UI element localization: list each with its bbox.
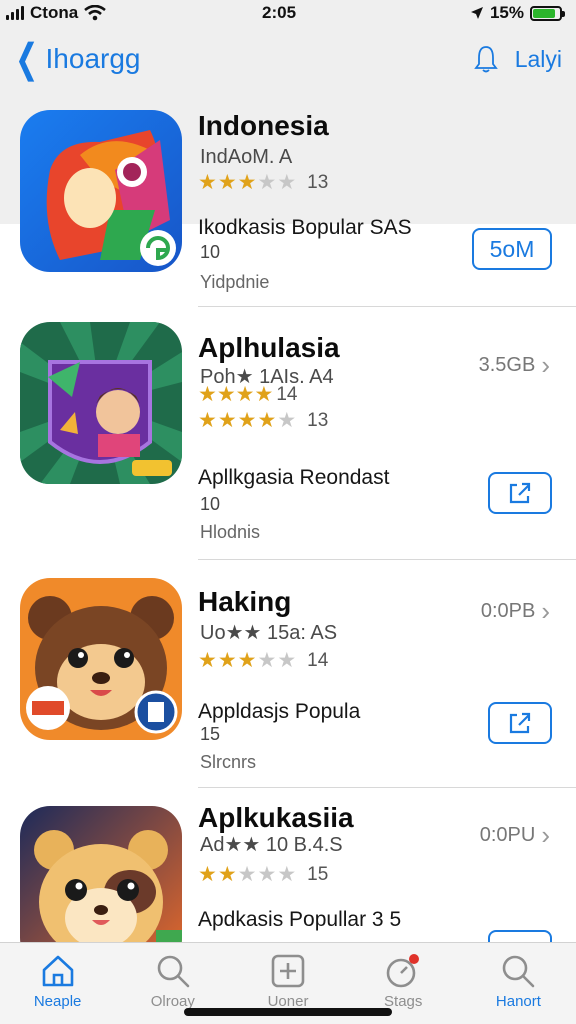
app-title[interactable]: Haking <box>198 586 291 618</box>
status-left: Ctona <box>6 3 106 23</box>
divider <box>198 306 576 307</box>
updates-icon <box>386 954 420 988</box>
nav-right-group: Lalyi <box>473 44 562 74</box>
navigation-bar: ❮ Ihoargg Lalyi <box>0 26 576 92</box>
battery-icon <box>530 5 565 21</box>
star-icon: ★ <box>217 409 237 432</box>
home-indicator[interactable] <box>184 1008 392 1016</box>
app-icon-browser[interactable] <box>20 110 182 272</box>
app-number: 10 <box>200 242 221 262</box>
app-category: Yidpdnie <box>200 272 270 292</box>
app-number: 10 <box>200 494 221 514</box>
star-icon: ★ <box>217 863 237 886</box>
chevron-right-icon[interactable]: › <box>541 820 550 851</box>
tab-label: Neaple <box>33 993 82 1010</box>
chevron-right-icon[interactable]: › <box>541 596 550 627</box>
app-description: Ikodkasis Bopular SAS <box>198 216 412 239</box>
star-icon: ★ <box>277 863 297 886</box>
star-icon: ★ <box>277 171 297 194</box>
signal-icon <box>6 6 24 20</box>
app-size: 0:0PU › <box>480 820 550 851</box>
star-icon: ★ <box>237 649 257 672</box>
tab-label: Hanort <box>495 993 541 1010</box>
open-icon <box>509 482 531 504</box>
star-icon: ★ <box>198 171 217 194</box>
search-icon <box>503 955 535 988</box>
divider <box>198 787 576 788</box>
clock: 2:05 <box>262 3 297 22</box>
app-number: 15 <box>200 724 221 744</box>
star-icon: ★★★★ <box>198 383 274 406</box>
app-icon-bear[interactable] <box>20 578 182 740</box>
open-icon <box>509 712 531 734</box>
app-description: Apllkgasia Reondast <box>198 466 390 489</box>
rating-count: 13 <box>307 171 329 193</box>
app-size-label: 0:0PB <box>480 600 536 622</box>
rating-count: 14 <box>276 383 298 405</box>
app-title[interactable]: Aplkukasiia <box>198 802 354 834</box>
status-bar: Ctona 2:05 15% <box>0 0 576 26</box>
chevron-left-icon: ❮ <box>15 37 39 81</box>
star-icon: ★ <box>237 171 257 194</box>
app-description: Apdkasis Popullar 3 5 <box>198 908 402 931</box>
app-icon-game[interactable] <box>20 322 182 484</box>
back-button[interactable]: ❮ Ihoargg <box>10 39 140 79</box>
star-icon: ★ <box>257 649 277 672</box>
open-button[interactable] <box>488 702 552 744</box>
app-category: Slrcnrs <box>200 752 257 772</box>
status-right: 15% <box>470 3 565 23</box>
star-icon: ★ <box>257 409 277 432</box>
tab-search-2[interactable]: Hanort <box>461 943 576 1024</box>
rating-stars: ★ ★ ★ ★ ★ 15 <box>198 862 328 887</box>
star-icon: ★ <box>198 649 217 672</box>
home-icon <box>42 955 73 987</box>
app-subtitle: Ad★★ 10 B.4.S <box>200 834 343 856</box>
app-subtitle: IndAoM. A <box>200 146 293 168</box>
divider <box>198 559 576 560</box>
star-icon: ★ <box>277 649 297 672</box>
star-icon: ★ <box>277 409 297 432</box>
carrier-label: Ctona <box>30 3 79 22</box>
app-size: 0:0PB › <box>481 596 550 627</box>
app-title[interactable]: Aplhulasia <box>198 332 340 364</box>
star-icon: ★ <box>198 863 217 886</box>
add-icon <box>271 954 305 988</box>
rating-stars: ★ ★ ★ ★ ★ 13 <box>198 408 328 433</box>
location-arrow-icon <box>470 7 483 19</box>
tab-home[interactable]: Neaple <box>0 943 115 1024</box>
wifi-icon <box>84 5 106 21</box>
star-icon: ★ <box>217 649 237 672</box>
star-icon: ★ <box>257 171 277 194</box>
battery-percent: 15% <box>489 3 524 22</box>
nav-right-link[interactable]: Lalyi <box>515 46 562 73</box>
battery-level <box>533 8 556 18</box>
app-size: 3.5GB › <box>479 350 550 381</box>
star-icon: ★ <box>237 409 257 432</box>
bell-icon[interactable] <box>473 44 499 74</box>
app-subtitle: Uo★★ 15a: AS <box>200 622 338 644</box>
rating-stars: ★ ★ ★ ★ ★ 13 <box>198 170 328 195</box>
app-title[interactable]: Indonesia <box>198 110 329 142</box>
star-icon: ★ <box>237 863 257 886</box>
star-icon: ★ <box>217 171 237 194</box>
rating-stars-secondary: ★★★★ 14 <box>198 382 297 407</box>
app-size-label: 0:0PU <box>479 824 536 846</box>
back-label: Ihoargg <box>45 43 141 74</box>
star-icon: ★ <box>198 409 217 432</box>
search-icon <box>157 955 190 988</box>
rating-count: 14 <box>307 649 329 671</box>
rating-count: 13 <box>307 409 329 431</box>
chevron-right-icon[interactable]: › <box>541 350 550 381</box>
star-icon: ★ <box>257 863 277 886</box>
app-size-label: 3.5GB <box>478 354 536 376</box>
open-button[interactable] <box>488 472 552 514</box>
app-category: Hlodnis <box>200 522 261 542</box>
get-button[interactable]: 5oM <box>472 228 552 270</box>
rating-stars: ★ ★ ★ ★ ★ 14 <box>198 648 328 673</box>
rating-count: 15 <box>307 863 329 885</box>
app-description: Appldasjs Popula <box>198 700 361 723</box>
